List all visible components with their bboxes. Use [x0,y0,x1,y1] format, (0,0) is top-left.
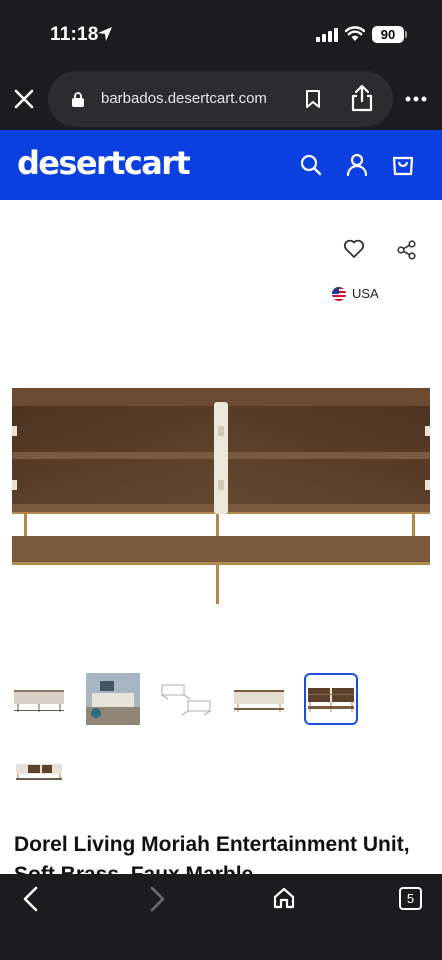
site-logo[interactable]: desertcart [17,144,191,182]
thumbnail-4-image [234,690,284,712]
share-icon[interactable] [350,84,374,112]
tabs-button[interactable]: 5 [399,887,422,910]
share-nodes-icon[interactable] [397,240,417,260]
thumbnail-3[interactable] [160,673,214,725]
heart-icon[interactable] [343,239,365,259]
status-time: 11:18 [50,24,99,45]
country-label: USA [352,286,379,301]
close-icon[interactable] [12,87,36,111]
thumbnail-5[interactable] [304,673,358,725]
thumbnail-1-image [14,690,64,712]
product-page: USA Dorel Living Moriah Entertainment Un… [0,200,442,886]
battery-indicator: 90 [372,26,404,43]
location-arrow-icon [98,27,112,41]
url-text[interactable]: barbados.desertcart.com [101,90,267,107]
thumbnail-3-image [161,684,211,716]
thumbnail-2-image [86,673,140,725]
thumbnail-2[interactable] [86,673,140,725]
thumbnail-6[interactable] [12,745,66,797]
wifi-icon [345,26,365,41]
lock-icon [72,92,84,107]
thumbnail-5-image [308,688,354,712]
thumbnail-1[interactable] [12,673,66,725]
browser-toolbar: barbados.desertcart.com [0,70,442,130]
bookmark-icon[interactable] [305,89,321,109]
more-icon[interactable] [405,96,427,102]
search-icon[interactable] [300,154,322,176]
site-header: desertcart [0,130,442,200]
browser-bottom-bar: 5 [0,874,442,960]
us-flag-icon [332,286,346,301]
home-icon[interactable] [272,886,296,910]
status-bar: 11:18 90 [0,0,442,70]
battery-tip [405,31,407,38]
country-selector[interactable]: USA [332,286,379,301]
cart-icon[interactable] [392,152,414,176]
thumbnail-4[interactable] [232,673,286,725]
user-icon[interactable] [346,153,368,177]
signal-icon [316,28,338,42]
thumbnail-6-image [16,764,62,780]
forward-icon[interactable] [146,886,168,912]
product-main-image[interactable] [10,386,432,608]
back-icon[interactable] [20,886,42,912]
